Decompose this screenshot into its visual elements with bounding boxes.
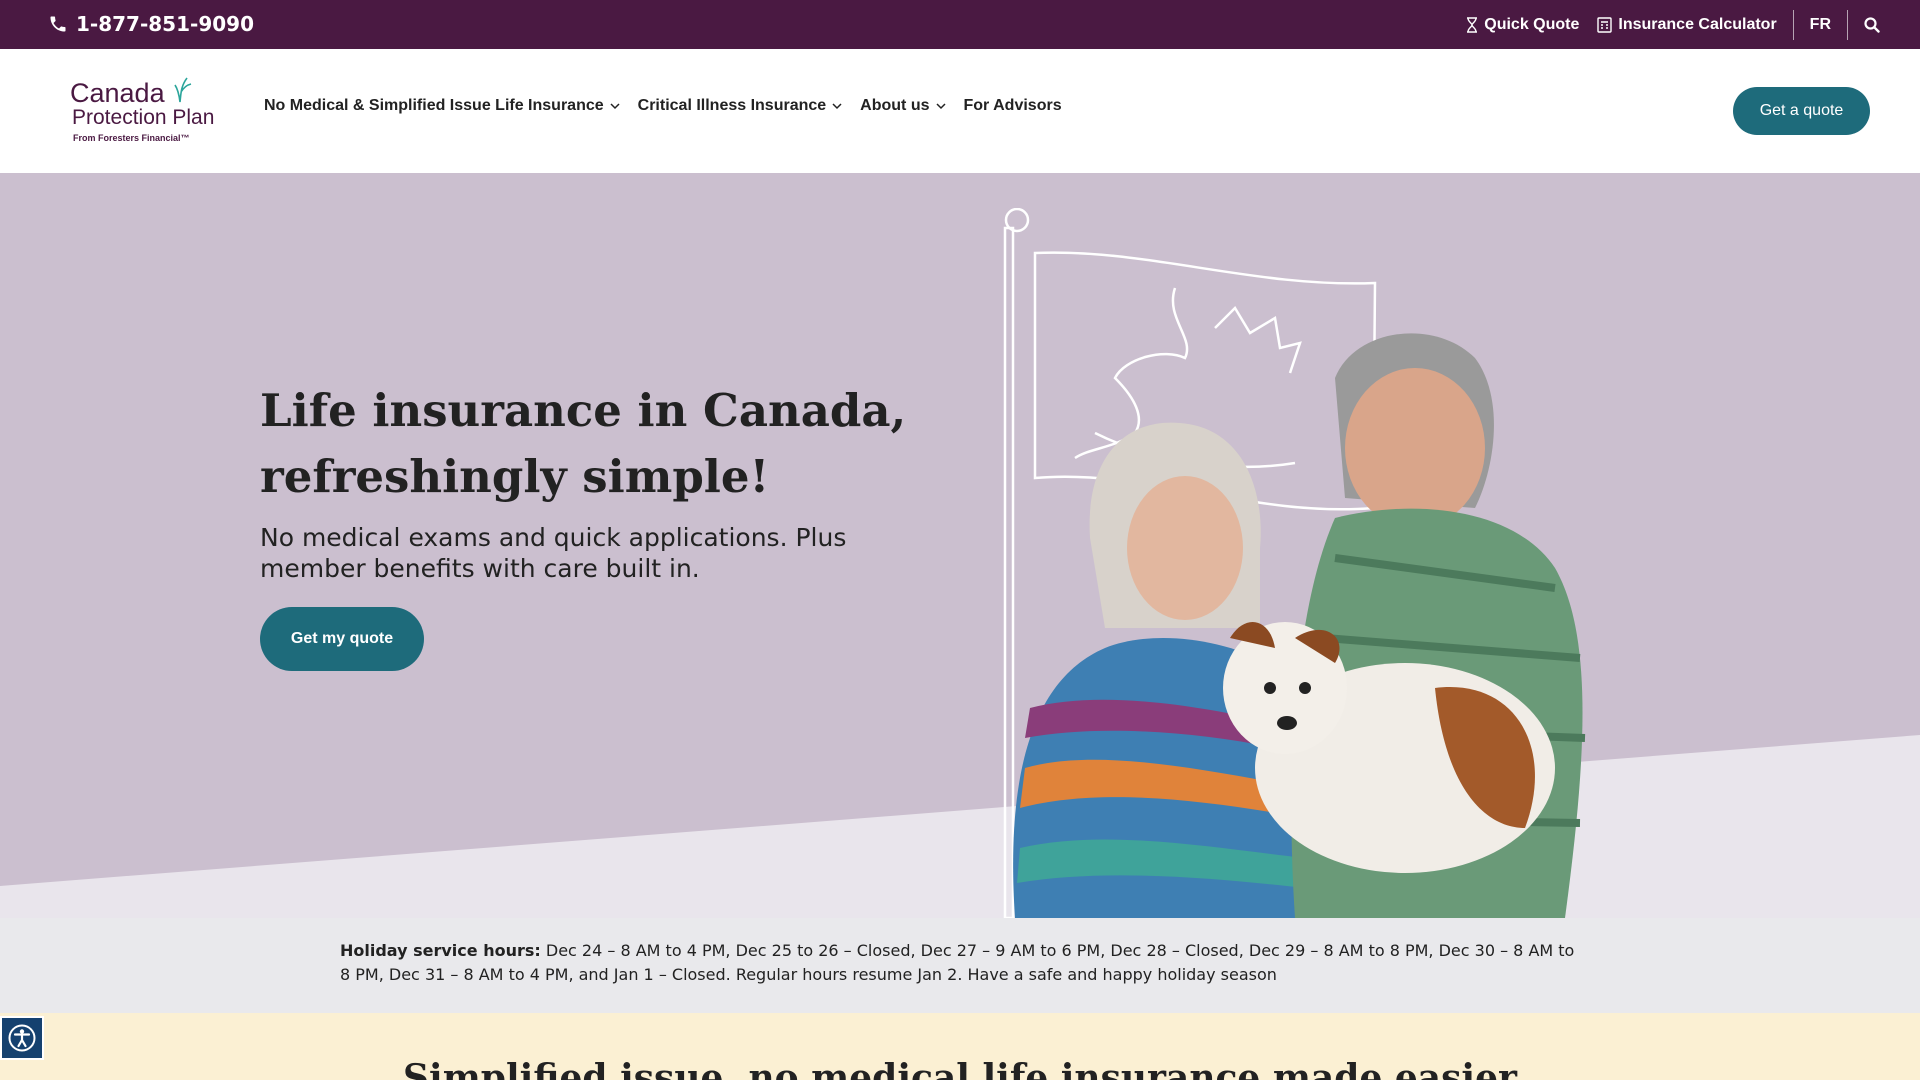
nav-label: No Medical & Simplified Issue Life Insur… bbox=[264, 97, 604, 114]
hero-subtitle: No medical exams and quick applications.… bbox=[260, 523, 847, 583]
nav-item-for-advisors[interactable]: For Advisors bbox=[964, 97, 1062, 115]
accessibility-icon bbox=[8, 1024, 36, 1052]
nav-label: Critical Illness Insurance bbox=[637, 97, 827, 114]
canada-protection-plan-logo[interactable]: Canada Protection Plan From Foresters Fi… bbox=[70, 76, 220, 148]
logo-line-1: Canada bbox=[70, 78, 165, 108]
chevron-down-icon bbox=[935, 102, 946, 109]
holiday-hours-text: Holiday service hours: Dec 24 – 8 AM to … bbox=[340, 939, 1580, 987]
logo-line-2: Protection Plan bbox=[72, 106, 215, 129]
simplified-issue-section: Simplified issue, no medical life insura… bbox=[0, 1013, 1920, 1080]
divider bbox=[1792, 9, 1794, 40]
logo-tagline: From Foresters Financial™ bbox=[73, 133, 190, 143]
get-my-quote-button[interactable]: Get my quote bbox=[260, 607, 424, 671]
insurance-calculator-link[interactable]: Insurance Calculator bbox=[1597, 15, 1777, 34]
hero-photo-couple-with-dog bbox=[1003, 208, 1586, 918]
nav-item-no-medical[interactable]: No Medical & Simplified Issue Life Insur… bbox=[264, 97, 620, 115]
get-a-quote-button[interactable]: Get a quote bbox=[1733, 87, 1870, 135]
sprout-icon bbox=[174, 77, 192, 103]
holiday-hours-label: Holiday service hours: bbox=[340, 941, 541, 960]
top-utility-bar: 1-877-851-9090 Quick Quote Insurance Cal… bbox=[0, 0, 1920, 49]
nav-label: About us bbox=[860, 97, 930, 114]
quick-quote-label: Quick Quote bbox=[1484, 15, 1580, 33]
hourglass-icon bbox=[1467, 16, 1478, 33]
language-toggle-fr[interactable]: FR bbox=[1810, 16, 1831, 34]
section-heading: Simplified issue, no medical life insura… bbox=[403, 1057, 1517, 1080]
chevron-down-icon bbox=[610, 102, 620, 109]
chevron-down-icon bbox=[832, 102, 842, 109]
nav-item-critical-illness[interactable]: Critical Illness Insurance bbox=[638, 97, 843, 115]
nav-label: For Advisors bbox=[963, 97, 1062, 114]
main-header: Canada Protection Plan From Foresters Fi… bbox=[0, 49, 1920, 173]
phone-link[interactable]: 1-877-851-9090 bbox=[48, 12, 254, 36]
phone-icon bbox=[50, 16, 66, 32]
main-nav: No Medical & Simplified Issue Life Insur… bbox=[264, 97, 1080, 115]
quick-quote-link[interactable]: Quick Quote bbox=[1466, 16, 1579, 34]
accessibility-button[interactable] bbox=[0, 1016, 44, 1060]
phone-number: 1-877-851-9090 bbox=[76, 12, 254, 36]
nav-item-about-us[interactable]: About us bbox=[860, 97, 946, 115]
hero-section: Life insurance in Canada, refreshingly s… bbox=[0, 173, 1920, 918]
hero-title: Life insurance in Canada, refreshingly s… bbox=[260, 384, 907, 503]
calculator-icon bbox=[1597, 16, 1613, 33]
divider bbox=[1847, 9, 1848, 40]
holiday-hours-banner: Holiday service hours: Dec 24 – 8 AM to … bbox=[0, 918, 1920, 1013]
search-icon[interactable] bbox=[1864, 16, 1880, 33]
insurance-calculator-label: Insurance Calculator bbox=[1618, 15, 1777, 33]
